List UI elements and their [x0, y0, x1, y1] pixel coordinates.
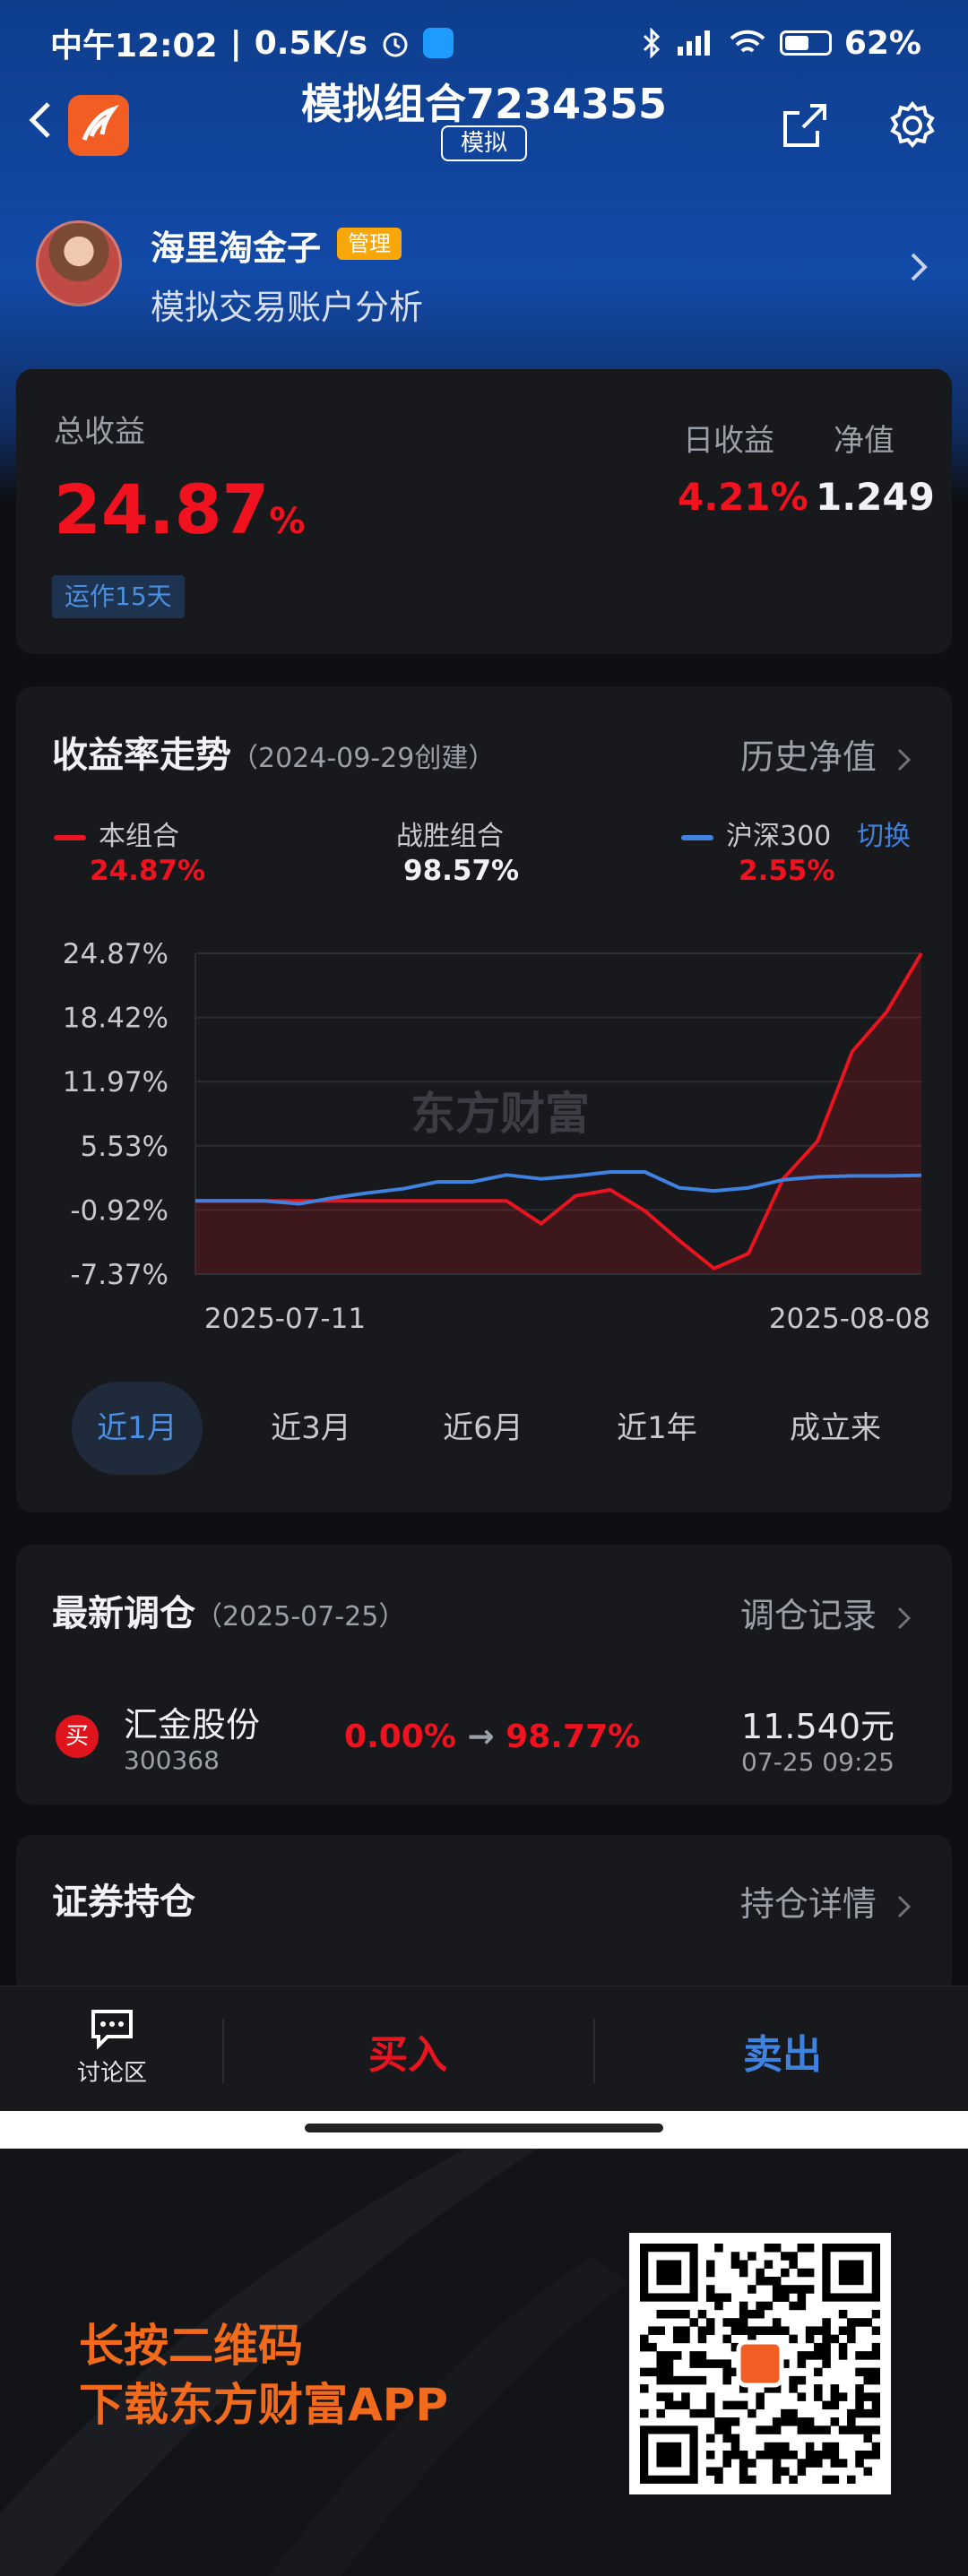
download-qr-code[interactable] — [629, 2233, 891, 2494]
tab-1m[interactable]: 近1月 — [72, 1382, 203, 1475]
chevron-right-icon — [897, 1607, 912, 1629]
rebalance-history-link[interactable]: 调仓记录 — [740, 1588, 914, 1637]
user-row[interactable]: 海里淘金子 管理 模拟交易账户分析 — [0, 206, 968, 332]
y-tick-label: -7.37% — [70, 1259, 169, 1291]
switch-button[interactable]: 切换 — [857, 814, 911, 853]
promo-line-1: 长按二维码 — [79, 2320, 303, 2372]
daily-return-value: 4.21% — [678, 475, 808, 519]
total-return-value: 24.87% — [54, 470, 306, 549]
nav-label: 净值 — [834, 423, 895, 459]
admin-badge: 管理 — [337, 228, 402, 260]
divider — [593, 2019, 595, 2083]
range-tabs: 近1月 近3月 近6月 近1年 成立来 — [16, 1382, 952, 1480]
tab-1y[interactable]: 近1年 — [592, 1382, 722, 1475]
signal-icon — [677, 30, 710, 56]
simulated-tag: 模拟 — [441, 125, 527, 161]
discuss-label: 讨论区 — [76, 2060, 147, 2087]
summary-card: 总收益 24.87% 运作15天 日收益 净值 4.21% 1.249 — [16, 369, 952, 654]
y-tick-label: 24.87% — [63, 938, 169, 970]
promo-line-2: 下载东方财富APP — [79, 2379, 448, 2431]
chevron-right-icon — [897, 1895, 912, 1917]
x-tick-label-end: 2025-08-08 — [769, 1303, 930, 1335]
holdings-card: 证券持仓 持仓详情 — [16, 1835, 952, 1996]
chart-watermark: 东方财富 — [411, 1088, 590, 1140]
y-tick-label: 18.42% — [63, 1003, 169, 1035]
buy-button[interactable]: 买入 — [226, 2022, 590, 2080]
run-days-tag: 运作15天 — [52, 575, 185, 618]
legend-portfolio: 本组合 — [54, 814, 179, 853]
bluetooth-icon — [643, 28, 660, 58]
y-tick-label: 11.97% — [63, 1066, 169, 1098]
stock-name[interactable]: 汇金股份 — [124, 1697, 260, 1746]
top-nav: 模拟组合7234355 模拟 — [0, 72, 968, 170]
user-subtitle: 模拟交易账户分析 — [151, 288, 424, 327]
y-tick-label: 5.53% — [81, 1131, 169, 1163]
history-nav-link[interactable]: 历史净值 — [740, 729, 914, 779]
rebalance-title: 最新调仓（2025-07-25） — [52, 1593, 406, 1634]
nav-value: 1.249 — [816, 475, 935, 519]
share-icon[interactable] — [778, 99, 832, 152]
bottom-action-bar: 讨论区 买入 卖出 — [0, 1986, 968, 2111]
rebalance-card: 最新调仓（2025-07-25） 调仓记录 买 汇金股份 300368 0.00… — [16, 1545, 952, 1805]
total-return-label: 总收益 — [54, 414, 145, 450]
status-time: 中午12:02 — [50, 28, 218, 65]
trade-price: 11.540元 — [741, 1707, 895, 1746]
chevron-right-icon — [897, 748, 912, 771]
divider — [222, 2019, 224, 2083]
chevron-right-icon[interactable] — [905, 249, 932, 285]
gear-icon[interactable] — [886, 99, 939, 152]
legend-hs300-value: 2.55% — [739, 855, 835, 887]
wifi-icon — [730, 30, 765, 53]
trade-time: 07-25 09:25 — [741, 1747, 895, 1777]
qr-code-pattern — [640, 2244, 881, 2485]
trend-card: 收益率走势（2024-09-29创建） 历史净值 本组合 24.87% 战胜组合… — [16, 686, 952, 1512]
qr-center-logo — [736, 2339, 784, 2388]
home-indicator[interactable] — [305, 2124, 663, 2132]
legend-beat: 战胜组合 — [396, 821, 504, 852]
tab-3m[interactable]: 近3月 — [246, 1382, 376, 1475]
tab-6m[interactable]: 近6月 — [418, 1382, 549, 1475]
legend-portfolio-value: 24.87% — [90, 855, 206, 887]
legend-beat-value: 98.57% — [403, 855, 520, 887]
buy-action-icon: 买 — [56, 1715, 99, 1758]
weight-change: 0.00% → 98.77% — [344, 1719, 641, 1755]
alarm-icon — [383, 32, 408, 57]
app-notification-icon — [423, 28, 454, 58]
status-speed: 0.5K/s — [254, 24, 367, 62]
battery-icon — [779, 30, 832, 56]
return-trend-chart[interactable]: 24.87% 18.42% 11.97% 5.53% -0.92% -7.37% 东方财富 2… — [16, 916, 952, 1337]
discuss-button[interactable]: 讨论区 — [63, 2008, 161, 2088]
holdings-detail-link[interactable]: 持仓详情 — [740, 1876, 914, 1926]
x-tick-label-start: 2025-07-11 — [204, 1303, 366, 1335]
avatar[interactable] — [36, 220, 122, 306]
tab-since-inception[interactable]: 成立来 — [764, 1382, 907, 1475]
trend-title: 收益率走势（2024-09-29创建） — [52, 735, 496, 776]
chat-bubble-icon — [91, 2010, 133, 2050]
y-tick-label: -0.92% — [70, 1194, 169, 1227]
legend-hs300: 沪深300 — [681, 814, 831, 853]
daily-return-label: 日收益 — [683, 423, 774, 459]
sell-button[interactable]: 卖出 — [597, 2022, 968, 2080]
status-battery: 62% — [843, 24, 921, 62]
user-name: 海里淘金子 — [151, 228, 322, 268]
holdings-title: 证券持仓 — [52, 1882, 195, 1923]
stock-code: 300368 — [124, 1745, 220, 1775]
system-home-bar — [0, 2111, 968, 2149]
promo-footer: 长按二维码 下载东方财富APP — [0, 2149, 968, 2576]
